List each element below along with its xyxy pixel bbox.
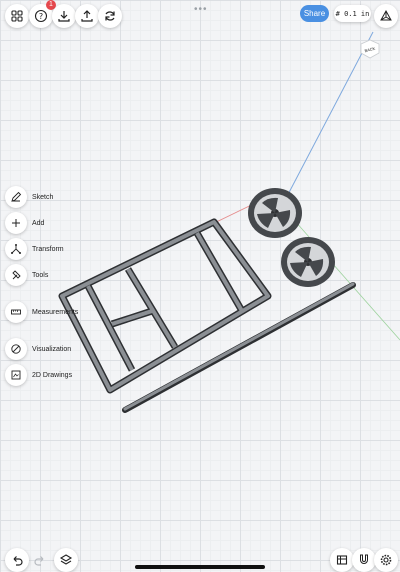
home-indicator	[135, 565, 265, 569]
wheel-1[interactable]	[248, 188, 302, 238]
view-options-button[interactable]	[374, 4, 398, 28]
snap-button[interactable]	[352, 548, 376, 572]
plus-icon	[12, 219, 20, 227]
export-button[interactable]	[75, 4, 99, 28]
pencil-icon	[11, 191, 22, 202]
library-button[interactable]	[330, 548, 354, 572]
transform-icon	[11, 244, 21, 254]
grid-apps-icon	[11, 10, 23, 22]
magnet-icon	[360, 554, 368, 564]
tool-label: Transform	[32, 245, 64, 253]
share-button[interactable]: Share	[300, 5, 329, 22]
settings-button[interactable]	[374, 548, 398, 572]
question-icon: ?	[34, 9, 48, 23]
visualization-icon	[11, 344, 21, 354]
import-button[interactable]	[52, 4, 76, 28]
undo-button[interactable]	[5, 548, 29, 572]
layers-icon	[59, 554, 73, 565]
canvas-3d[interactable]	[0, 0, 400, 572]
tool-transform[interactable]: Transform	[5, 238, 64, 260]
tool-label: 2D Drawings	[32, 371, 73, 379]
drawing-icon	[11, 370, 21, 380]
frame-model[interactable]	[58, 218, 272, 394]
help-button[interactable]: ? 1	[29, 0, 56, 28]
view-cube[interactable]: BACK	[358, 38, 382, 60]
tool-label: Tools	[32, 271, 49, 279]
tool-measurements[interactable]: Measurements	[5, 301, 78, 323]
wheel-2[interactable]	[281, 237, 335, 287]
drag-handle[interactable]: •••	[194, 4, 208, 15]
tool-label: Measurements	[32, 308, 79, 316]
tool-add[interactable]: Add	[5, 212, 44, 234]
redo-button[interactable]	[28, 548, 52, 572]
tool-sketch[interactable]: Sketch	[5, 186, 53, 208]
tool-label: Add	[32, 219, 45, 227]
layers-button[interactable]	[54, 548, 78, 572]
svg-text:?: ?	[39, 12, 43, 21]
tool-visualization[interactable]: Visualization	[5, 338, 71, 360]
tool-tools[interactable]: Tools	[5, 264, 48, 286]
undo-icon	[13, 556, 23, 566]
redo-icon	[34, 556, 44, 566]
tool-2d-drawings[interactable]: 2D Drawings	[5, 364, 72, 386]
apps-button[interactable]	[5, 4, 29, 28]
upload-icon	[81, 10, 93, 22]
library-icon	[336, 555, 348, 565]
sync-button[interactable]	[98, 4, 122, 28]
refresh-icon	[105, 11, 115, 21]
grid-size-button[interactable]: # 0.1 in	[334, 5, 371, 22]
download-icon	[58, 11, 70, 22]
gear-icon	[380, 554, 392, 566]
hammer-icon	[12, 270, 21, 280]
tool-label: Visualization	[32, 345, 72, 353]
perspective-icon	[380, 9, 392, 21]
tool-label: Sketch	[32, 193, 54, 201]
ruler-icon	[11, 309, 21, 315]
